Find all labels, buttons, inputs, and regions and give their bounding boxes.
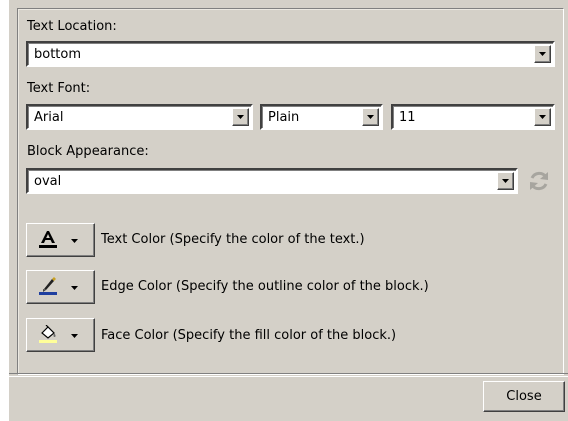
block-appearance-dropdown-button[interactable] [497, 172, 514, 190]
text-color-button[interactable] [26, 223, 95, 257]
text-color-label: Text Color (Specify the color of the tex… [101, 232, 365, 247]
text-location-select[interactable]: bottom [26, 41, 555, 67]
font-family-select[interactable]: Arial [26, 104, 253, 130]
block-appearance-value: oval [34, 174, 62, 189]
font-style-value: Plain [268, 110, 300, 125]
refresh-icon[interactable] [526, 168, 552, 194]
close-button[interactable]: Close [483, 381, 565, 412]
text-font-label: Text Font: [27, 81, 91, 96]
block-appearance-label: Block Appearance: [27, 144, 149, 159]
font-size-select[interactable]: 11 [391, 104, 555, 130]
text-color-icon [39, 231, 57, 248]
chevron-down-icon [71, 239, 78, 243]
chevron-down-icon [71, 334, 78, 338]
font-size-dropdown-button[interactable] [534, 108, 551, 126]
chevron-down-icon [367, 115, 374, 119]
font-style-select[interactable]: Plain [260, 104, 383, 130]
text-location-label: Text Location: [27, 19, 117, 34]
chevron-down-icon [71, 286, 78, 290]
chevron-down-icon [502, 179, 509, 183]
face-color-button[interactable] [26, 318, 95, 352]
font-style-dropdown-button[interactable] [362, 108, 379, 126]
face-color-label: Face Color (Specify the fill color of th… [101, 328, 397, 343]
edge-color-button[interactable] [26, 270, 95, 304]
text-location-value: bottom [34, 47, 82, 62]
font-family-dropdown-button[interactable] [232, 108, 249, 126]
chevron-down-icon [237, 115, 244, 119]
face-color-icon [39, 325, 57, 343]
block-properties-dialog: Text Location: bottom Text Font: Arial P… [9, 0, 568, 421]
chevron-down-icon [539, 52, 546, 56]
block-appearance-select[interactable]: oval [26, 168, 518, 194]
text-location-dropdown-button[interactable] [534, 45, 551, 63]
footer-separator [9, 373, 568, 377]
edge-color-label: Edge Color (Specify the outline color of… [101, 279, 429, 294]
chevron-down-icon [539, 115, 546, 119]
edge-color-icon [39, 277, 57, 295]
font-size-value: 11 [399, 110, 416, 125]
font-family-value: Arial [34, 110, 64, 125]
